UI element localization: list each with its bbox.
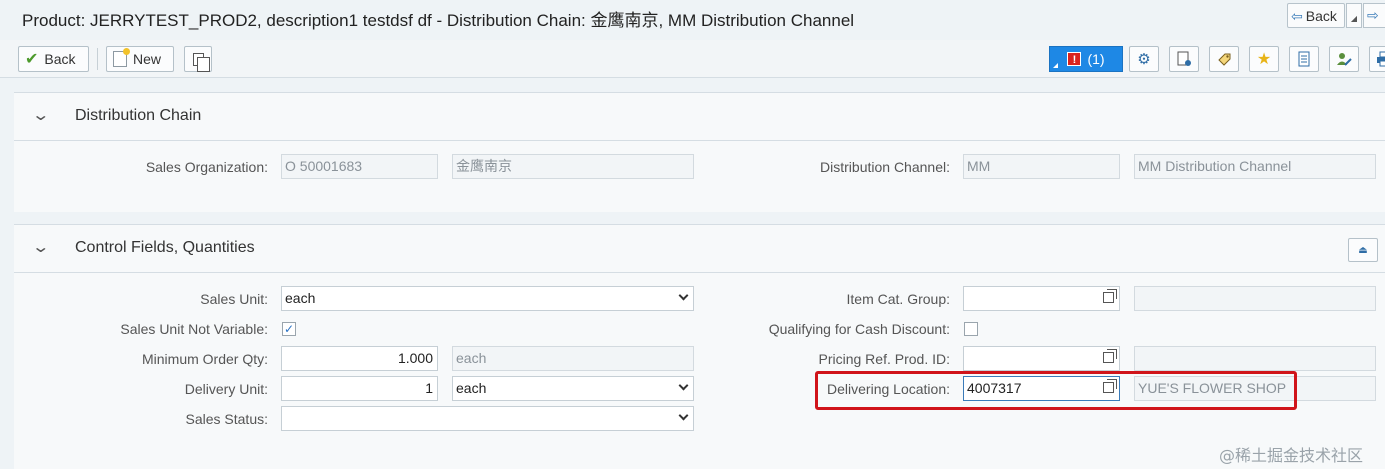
new-button-label: New (133, 51, 162, 67)
nav-forward-button[interactable]: ⇨ (1363, 3, 1385, 28)
nav-back-button[interactable]: ⇦ Back (1287, 3, 1345, 28)
distribution-chain-panel: ⌄ Distribution Chain (14, 92, 1385, 212)
sales-status-label: Sales Status: (185, 411, 269, 427)
pricing-ref-description (1134, 346, 1376, 371)
messages-count: (1) (1087, 51, 1105, 67)
tag-icon (1218, 53, 1231, 66)
gear-icon: ⚙ (1137, 51, 1151, 68)
control-fields-title: Control Fields, Quantities (75, 239, 255, 256)
copy-button[interactable] (184, 46, 212, 72)
error-icon: ! (1067, 52, 1082, 66)
document-settings-button[interactable] (1169, 46, 1199, 72)
back-button-label: Back (44, 51, 76, 67)
chevron-down-icon (678, 380, 689, 391)
eject-icon: ⏏ (1358, 244, 1368, 256)
delivery-unit-label: Delivery Unit: (184, 381, 268, 397)
sales-org-field[interactable]: O 50001683 (281, 154, 438, 179)
min-order-qty-label: Minimum Order Qty: (141, 351, 268, 367)
value-help-icon[interactable] (1103, 289, 1117, 303)
distribution-chain-title: Distribution Chain (75, 107, 202, 124)
distribution-channel-description: MM Distribution Channel (1134, 154, 1376, 179)
chevron-down-icon (678, 410, 689, 421)
pricing-ref-input[interactable] (963, 346, 1120, 371)
item-cat-group-input[interactable] (963, 286, 1120, 311)
corner-indicator-icon (1053, 63, 1058, 68)
sales-unit-value: each (285, 290, 316, 306)
checkmark-icon: ✓ (283, 322, 295, 336)
qualifying-cash-discount-checkbox[interactable] (964, 322, 978, 336)
user-edit-button[interactable] (1329, 46, 1359, 72)
sales-status-select[interactable] (281, 406, 694, 431)
toolbar-separator (97, 48, 98, 70)
sales-org-description: 金鹰南京 (452, 154, 694, 179)
qualifying-cash-discount-label: Qualifying for Cash Discount: (768, 321, 950, 337)
user-edit-icon (1337, 53, 1352, 66)
back-button[interactable]: ✔ Back (18, 46, 89, 72)
value-help-icon[interactable] (1103, 349, 1117, 363)
sales-unit-not-variable-checkbox[interactable]: ✓ (282, 322, 296, 336)
nav-back-label: Back (1305, 7, 1337, 24)
copy-icon (192, 52, 210, 72)
chevron-down-icon[interactable]: ⌄ (31, 105, 50, 125)
new-button[interactable]: New (106, 46, 174, 72)
arrow-right-icon: ⇨ (1367, 7, 1379, 23)
item-cat-group-description (1134, 286, 1376, 311)
chevron-down-icon (678, 290, 689, 301)
distribution-channel-label: Distribution Channel: (820, 159, 950, 175)
title-bar: Product: JERRYTEST_PROD2, description1 t… (0, 0, 1385, 40)
sales-unit-not-variable-label: Sales Unit Not Variable: (120, 321, 268, 337)
delivery-unit-input[interactable]: 1 (281, 376, 438, 401)
min-order-qty-unit: each (452, 346, 694, 371)
messages-button[interactable]: ! (1) (1049, 46, 1123, 72)
control-fields-header[interactable]: ⌄ Control Fields, Quantities ⏏ (14, 225, 1385, 273)
toolbar: ✔ Back New ! (1) ⚙ ★ (0, 40, 1385, 78)
tag-button[interactable] (1209, 46, 1239, 72)
sales-unit-select[interactable]: each (281, 286, 694, 311)
favorite-button[interactable]: ★ (1249, 46, 1279, 72)
distribution-channel-field[interactable]: MM (963, 154, 1120, 179)
min-order-qty-input[interactable]: 1.000 (281, 346, 438, 371)
arrow-left-icon: ⇦ (1291, 7, 1303, 24)
notes-icon (1298, 51, 1310, 67)
nav-history-dropdown[interactable]: ◢ (1346, 3, 1362, 28)
star-add-icon: ★ (1256, 51, 1272, 68)
distribution-chain-header[interactable]: ⌄ Distribution Chain (14, 93, 1385, 141)
checkmark-icon: ✔ (25, 51, 39, 68)
new-document-icon (113, 48, 130, 67)
delivery-unit-select[interactable]: each (452, 376, 694, 401)
print-button[interactable] (1369, 46, 1385, 72)
sales-org-label: Sales Organization: (145, 159, 268, 175)
delivery-unit-unit: each (456, 380, 487, 396)
printer-icon (1377, 51, 1385, 67)
highlight-annotation (815, 371, 1297, 410)
item-cat-group-label: Item Cat. Group: (846, 291, 950, 307)
sales-unit-label: Sales Unit: (200, 291, 268, 307)
notes-button[interactable] (1289, 46, 1319, 72)
watermark: @稀土掘金技术社区 (1219, 446, 1364, 465)
chevron-down-icon[interactable]: ⌄ (31, 237, 50, 257)
settings-button[interactable]: ⚙ (1129, 46, 1159, 72)
collapse-button[interactable]: ⏏ (1348, 238, 1378, 262)
window-title: Product: JERRYTEST_PROD2, description1 t… (22, 11, 855, 30)
document-gear-icon (1177, 51, 1191, 66)
pricing-ref-label: Pricing Ref. Prod. ID: (818, 351, 951, 367)
